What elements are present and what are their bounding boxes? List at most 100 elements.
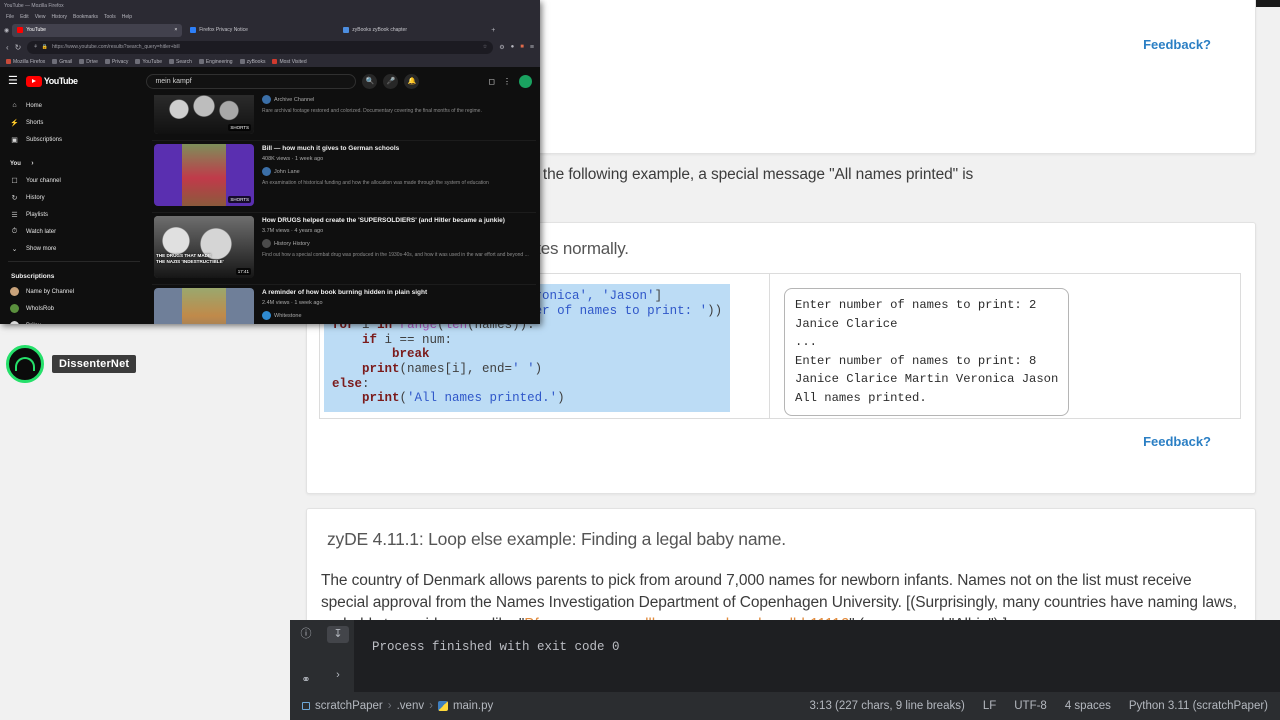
video-channel[interactable]: Archive Channel bbox=[262, 95, 534, 104]
menu-hamburger-icon[interactable]: ≡ bbox=[530, 44, 534, 51]
search-input[interactable]: mein kampf bbox=[146, 73, 357, 89]
browser-tab-zybooks[interactable]: zyBooks zyBook chapter bbox=[338, 24, 488, 37]
youtube-logo[interactable]: YouTube bbox=[25, 75, 78, 87]
address-bar[interactable]: ⚘ 🔒 https://www.youtube.com/results?sear… bbox=[27, 40, 494, 54]
caret-position[interactable]: 3:13 (227 chars, 9 line breaks) bbox=[809, 700, 964, 712]
tab-close-icon[interactable]: × bbox=[174, 27, 177, 33]
sidebar-channel-2[interactable]: Briley · bbox=[6, 317, 142, 324]
video-channel-label: John Lane bbox=[274, 168, 300, 175]
browser-tab-privacy[interactable]: Firefox Privacy Notice bbox=[185, 24, 335, 37]
browser-tab-youtube[interactable]: YouTube × bbox=[12, 23, 183, 37]
video-thumbnail[interactable]: SHORTS bbox=[154, 288, 254, 324]
video-channel[interactable]: History History bbox=[262, 239, 534, 248]
video-metadata: How DRUGS helped create the 'SUPERSOLDIE… bbox=[262, 216, 534, 278]
firefox-tabstrip[interactable]: ◉ YouTube × Firefox Privacy Notice zyBoo… bbox=[0, 22, 540, 38]
sidebar-item-shorts[interactable]: ⚡ Shorts bbox=[6, 114, 142, 131]
back-icon[interactable]: ‹ bbox=[6, 43, 9, 52]
sidebar-item-watch-later[interactable]: ⏱ Watch later bbox=[6, 223, 142, 240]
extensions-icon[interactable]: ⚙ bbox=[499, 44, 504, 51]
voice-search-icon[interactable]: 🎤 bbox=[383, 73, 399, 89]
bookmark-4[interactable]: YouTube bbox=[135, 59, 162, 65]
breadcrumb[interactable]: scratchPaper › .venv › main.py bbox=[302, 700, 493, 712]
bookmark-icon bbox=[6, 59, 11, 64]
notifications-bell-icon[interactable]: 🔔 bbox=[404, 73, 420, 89]
scroll-to-end-icon[interactable]: ↧ bbox=[327, 626, 349, 643]
pycharm-second-gutter[interactable]: ↧ › bbox=[322, 620, 354, 692]
firefox-window[interactable]: YouTube — Mozilla Firefox File Edit View… bbox=[0, 0, 540, 324]
pycharm-window[interactable]: ⓘ ⚭ ↧ › Process finished with exit code … bbox=[290, 620, 1280, 720]
sidebar-item-show-more[interactable]: ⌄ Show more bbox=[6, 240, 142, 257]
create-video-icon[interactable]: ◻ bbox=[488, 77, 495, 86]
problems-icon[interactable]: ⓘ bbox=[290, 624, 322, 644]
pycharm-left-gutter[interactable]: ⓘ ⚭ bbox=[290, 620, 322, 692]
account-icon[interactable]: ● bbox=[511, 44, 515, 50]
new-tab-icon[interactable]: + bbox=[491, 27, 495, 34]
firefox-navbar[interactable]: ‹ ↻ ⚘ 🔒 https://www.youtube.com/results?… bbox=[0, 38, 540, 56]
video-title[interactable]: A reminder of how book burning hidden in… bbox=[262, 288, 534, 297]
bookmark-6[interactable]: Engineering bbox=[198, 59, 233, 65]
bookmark-star-icon[interactable]: ☆ bbox=[483, 44, 487, 50]
firefox-titlebar[interactable]: YouTube — Mozilla Firefox bbox=[0, 0, 540, 12]
breadcrumb-project[interactable]: scratchPaper bbox=[315, 700, 383, 712]
git-branch-icon[interactable]: ⚭ bbox=[290, 670, 322, 690]
line-separator[interactable]: LF bbox=[983, 700, 996, 712]
feedback-link-mid[interactable]: Feedback? bbox=[1143, 434, 1211, 449]
sidebar-channel-0[interactable]: Name by Channel bbox=[6, 283, 142, 300]
sidebar-item-your-channel[interactable]: ☐ Your channel bbox=[6, 172, 142, 189]
video-thumbnail[interactable]: SHORTS bbox=[154, 144, 254, 206]
sidebar-label-subscriptions: Subscriptions bbox=[26, 136, 63, 143]
bookmark-1[interactable]: Gmail bbox=[52, 59, 72, 65]
sidebar-channel-1[interactable]: WhoIsRob bbox=[6, 300, 142, 317]
sidebar-label-history: History bbox=[26, 194, 45, 201]
feedback-link-top[interactable]: Feedback? bbox=[1143, 37, 1211, 52]
firefox-menubar[interactable]: File Edit View History Bookmarks Tools H… bbox=[0, 12, 540, 22]
video-thumbnail[interactable]: THE DRUGS THAT MADE THE NAZIS 'INDESTRUC… bbox=[154, 216, 254, 278]
video-title[interactable]: How DRUGS helped create the 'SUPERSOLDIE… bbox=[262, 216, 534, 225]
bookmark-5[interactable]: Search bbox=[169, 59, 192, 65]
video-channel[interactable]: Whitestone bbox=[262, 311, 534, 320]
reload-icon[interactable]: ↻ bbox=[15, 43, 22, 52]
bookmark-2[interactable]: Drive bbox=[79, 59, 98, 65]
pocket-icon[interactable]: ■ bbox=[520, 44, 524, 50]
avatar[interactable] bbox=[519, 74, 532, 88]
menu-file[interactable]: File bbox=[6, 14, 14, 20]
breadcrumb-venv[interactable]: .venv bbox=[397, 700, 425, 712]
zyde-line-2: special approval from the Names Investig… bbox=[321, 594, 1237, 611]
video-channel-label: History History bbox=[274, 240, 310, 247]
terminal-chevron-icon[interactable]: › bbox=[322, 665, 354, 685]
pycharm-status-bar[interactable]: scratchPaper › .venv › main.py 3:13 (227… bbox=[290, 692, 1280, 720]
video-thumbnail[interactable]: SHORTS bbox=[154, 95, 254, 134]
interpreter-selector[interactable]: Python 3.11 (scratchPaper) bbox=[1129, 700, 1268, 712]
menu-help[interactable]: Help bbox=[122, 14, 132, 20]
sidebar-item-history[interactable]: ↻ History bbox=[6, 189, 142, 206]
video-result-0[interactable]: SHORTS Hitler Speech Documentary Archive… bbox=[152, 95, 536, 141]
sidebar-section-you[interactable]: You › bbox=[6, 155, 142, 172]
video-channel[interactable]: John Lane bbox=[262, 167, 534, 176]
video-result-2[interactable]: THE DRUGS THAT MADE THE NAZIS 'INDESTRUC… bbox=[152, 213, 536, 285]
bookmark-7[interactable]: zyBooks bbox=[239, 59, 265, 65]
menu-edit[interactable]: Edit bbox=[20, 14, 29, 20]
menu-tools[interactable]: Tools bbox=[104, 14, 116, 20]
firefox-bookmarks-bar[interactable]: Mozilla Firefox Gmail Drive Privacy YouT… bbox=[0, 56, 540, 67]
youtube-sidebar[interactable]: ⌂ Home ⚡ Shorts ▣ Subscriptions You › ☐ Your … bbox=[0, 95, 148, 324]
indent-setting[interactable]: 4 spaces bbox=[1065, 700, 1111, 712]
bookmark-8[interactable]: Most Visited bbox=[272, 59, 307, 65]
bookmark-0[interactable]: Mozilla Firefox bbox=[6, 59, 45, 65]
menu-bookmarks[interactable]: Bookmarks bbox=[73, 14, 98, 20]
apps-icon[interactable]: ⋮ bbox=[503, 77, 511, 86]
video-result-1[interactable]: SHORTS Bill — how much it gives to Germa… bbox=[152, 141, 536, 213]
guide-hamburger-icon[interactable]: ☰ bbox=[8, 75, 18, 87]
file-encoding[interactable]: UTF-8 bbox=[1014, 700, 1047, 712]
sidebar-item-subscriptions[interactable]: ▣ Subscriptions bbox=[6, 131, 142, 148]
sidebar-item-playlists[interactable]: ☰ Playlists bbox=[6, 206, 142, 223]
video-title[interactable]: Bill — how much it gives to German schoo… bbox=[262, 144, 534, 153]
sidebar-item-home[interactable]: ⌂ Home bbox=[6, 97, 142, 114]
menu-history[interactable]: History bbox=[51, 14, 67, 20]
search-icon[interactable]: 🔍 bbox=[362, 73, 378, 89]
breadcrumb-file[interactable]: main.py bbox=[453, 700, 493, 712]
bookmark-3[interactable]: Privacy bbox=[104, 59, 128, 65]
python-file-icon bbox=[437, 701, 448, 711]
video-result-3[interactable]: SHORTS A reminder of how book burning hi… bbox=[152, 285, 536, 324]
zyde-line-1: The country of Denmark allows parents to… bbox=[321, 572, 1192, 589]
menu-view[interactable]: View bbox=[35, 14, 46, 20]
